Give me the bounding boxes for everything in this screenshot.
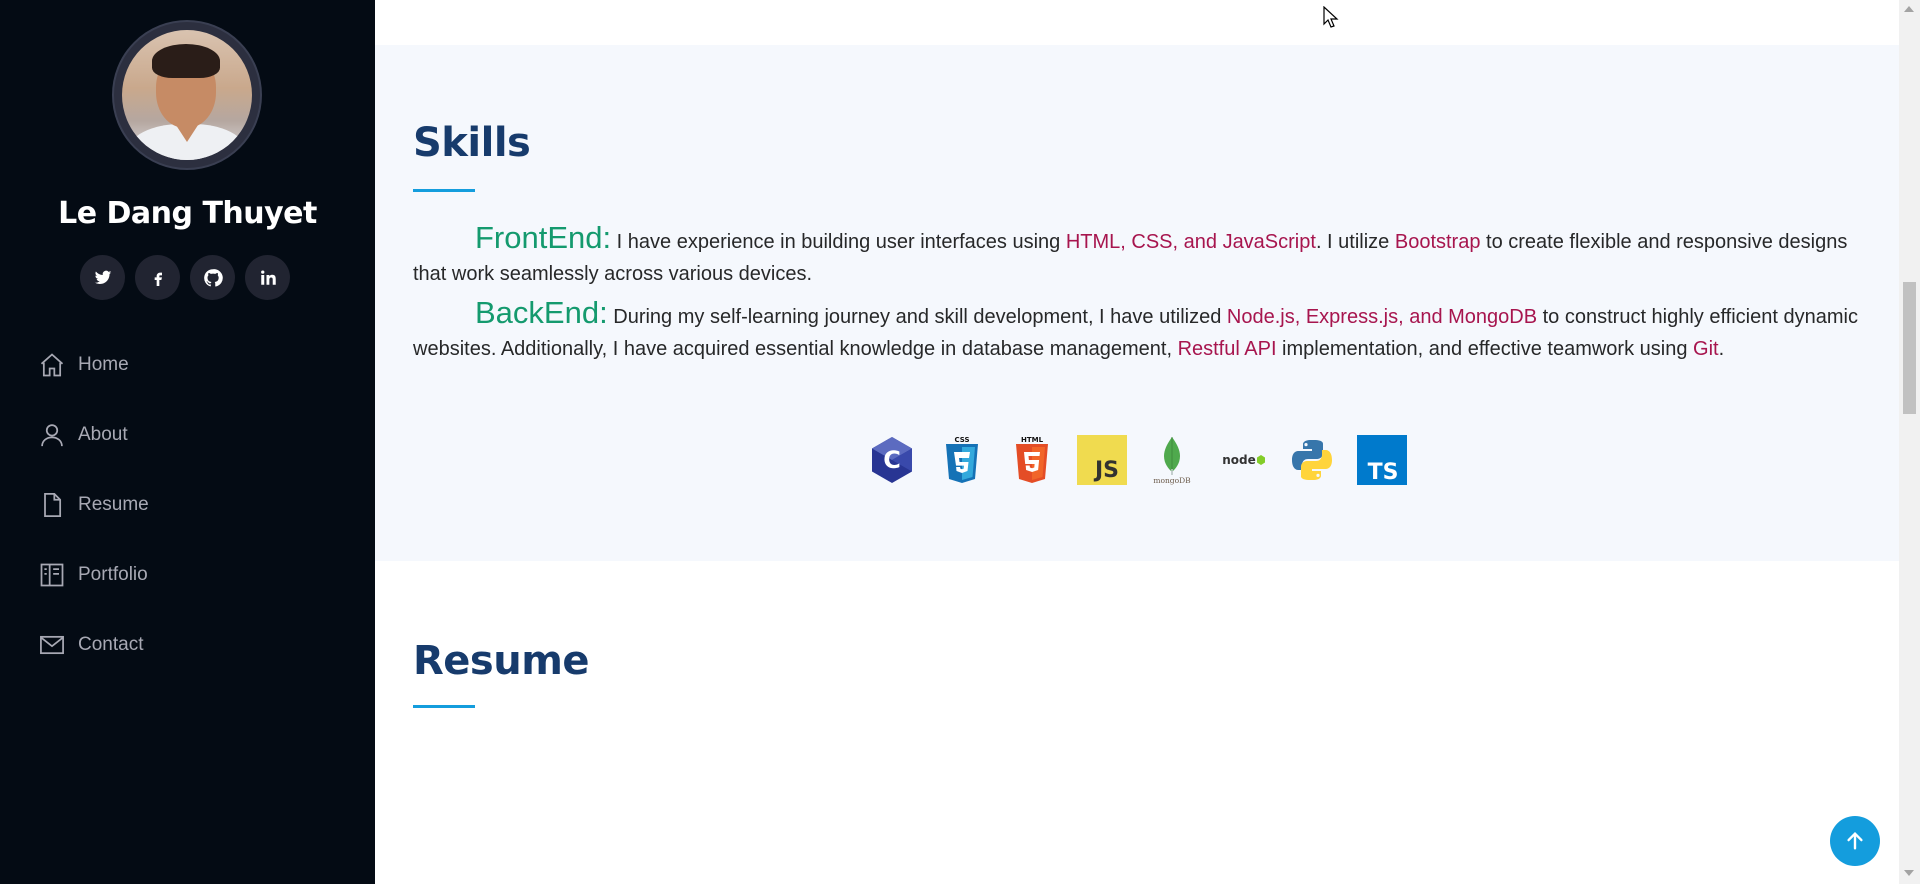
backend-text-1: During my self-learning journey and skil…	[607, 306, 1227, 328]
svg-text:TS: TS	[1368, 460, 1399, 485]
frontend-text-1: I have experience in building user inter…	[611, 231, 1066, 253]
nodejs-icon: node	[1217, 435, 1267, 485]
main-nav: Home About Resume Portfolio Contact	[38, 350, 149, 700]
nav-item-portfolio[interactable]: Portfolio	[38, 560, 149, 590]
svg-text:node: node	[1222, 453, 1256, 467]
javascript-icon: JS	[1077, 435, 1127, 485]
arrow-up-icon	[1847, 831, 1863, 850]
resume-title: Resume	[413, 638, 590, 684]
svg-text:JS: JS	[1093, 458, 1119, 483]
file-icon	[44, 493, 62, 517]
home-icon	[40, 353, 64, 377]
frontend-highlight-1: HTML, CSS, and JavaScript	[1065, 231, 1316, 253]
nav-item-contact[interactable]: Contact	[38, 630, 149, 660]
nav-item-home[interactable]: Home	[38, 350, 149, 380]
frontend-highlight-2: Bootstrap	[1394, 231, 1481, 253]
linkedin-link[interactable]	[245, 255, 290, 300]
vertical-scrollbar[interactable]	[1899, 0, 1920, 884]
envelope-icon	[40, 635, 64, 655]
profile-name: Le Dang Thuyet	[58, 196, 317, 231]
backend-text-4: .	[1718, 338, 1725, 360]
social-links	[80, 255, 290, 300]
nav-label-resume: Resume	[78, 494, 149, 515]
backend-highlight-3: Git	[1693, 338, 1719, 360]
nav-label-home: Home	[78, 354, 129, 375]
frontend-label: FrontEnd:	[475, 220, 612, 255]
typescript-icon: TS	[1357, 435, 1407, 485]
skills-section: Skills FrontEnd: I have experience in bu…	[375, 45, 1899, 561]
frontend-text-2: . I utilize	[1315, 231, 1395, 253]
scroll-down-arrow[interactable]	[1904, 870, 1914, 876]
nav-label-about: About	[78, 424, 128, 445]
tech-icons: C CSS HTML JS mongoDB node TS	[867, 435, 1407, 485]
python-icon	[1287, 435, 1337, 485]
svg-text:C: C	[883, 446, 901, 474]
svg-text:HTML: HTML	[1021, 436, 1044, 444]
person-icon	[41, 424, 63, 447]
main-content: Skills FrontEnd: I have experience in bu…	[375, 0, 1899, 884]
backend-highlight-1: Node.js, Express.js, and MongoDB	[1226, 306, 1538, 328]
c-icon: C	[867, 435, 917, 485]
github-icon	[203, 268, 223, 287]
nav-label-contact: Contact	[78, 634, 144, 655]
backend-paragraph: BackEnd: During my self-learning journey…	[413, 297, 1873, 365]
avatar-photo	[122, 30, 252, 160]
backend-label: BackEnd:	[475, 295, 608, 330]
facebook-icon	[154, 272, 162, 286]
linkedin-icon	[260, 270, 276, 285]
backend-text-3: implementation, and effective teamwork u…	[1276, 338, 1694, 360]
profile-avatar	[112, 20, 262, 170]
mouse-cursor-icon	[1323, 6, 1339, 28]
skills-title-underline	[413, 189, 475, 192]
book-icon	[40, 563, 64, 587]
nav-label-portfolio: Portfolio	[78, 564, 148, 585]
frontend-paragraph: FrontEnd: I have experience in building …	[413, 222, 1873, 290]
scrollbar-thumb[interactable]	[1903, 282, 1916, 414]
backend-highlight-2: Restful API	[1177, 338, 1277, 360]
github-link[interactable]	[190, 255, 235, 300]
css3-icon: CSS	[937, 435, 987, 485]
twitter-icon	[94, 270, 111, 284]
mongodb-icon: mongoDB	[1147, 435, 1197, 485]
svg-text:mongoDB: mongoDB	[1153, 476, 1191, 485]
skills-title: Skills	[413, 120, 531, 166]
nav-item-resume[interactable]: Resume	[38, 490, 149, 520]
sidebar: Le Dang Thuyet Home About Resume Portfol…	[0, 0, 375, 884]
svg-text:CSS: CSS	[954, 436, 969, 444]
facebook-link[interactable]	[135, 255, 180, 300]
html5-icon: HTML	[1007, 435, 1057, 485]
nav-item-about[interactable]: About	[38, 420, 149, 450]
twitter-link[interactable]	[80, 255, 125, 300]
resume-title-underline	[413, 705, 475, 708]
scroll-up-arrow[interactable]	[1904, 6, 1914, 12]
back-to-top-button[interactable]	[1830, 816, 1880, 866]
